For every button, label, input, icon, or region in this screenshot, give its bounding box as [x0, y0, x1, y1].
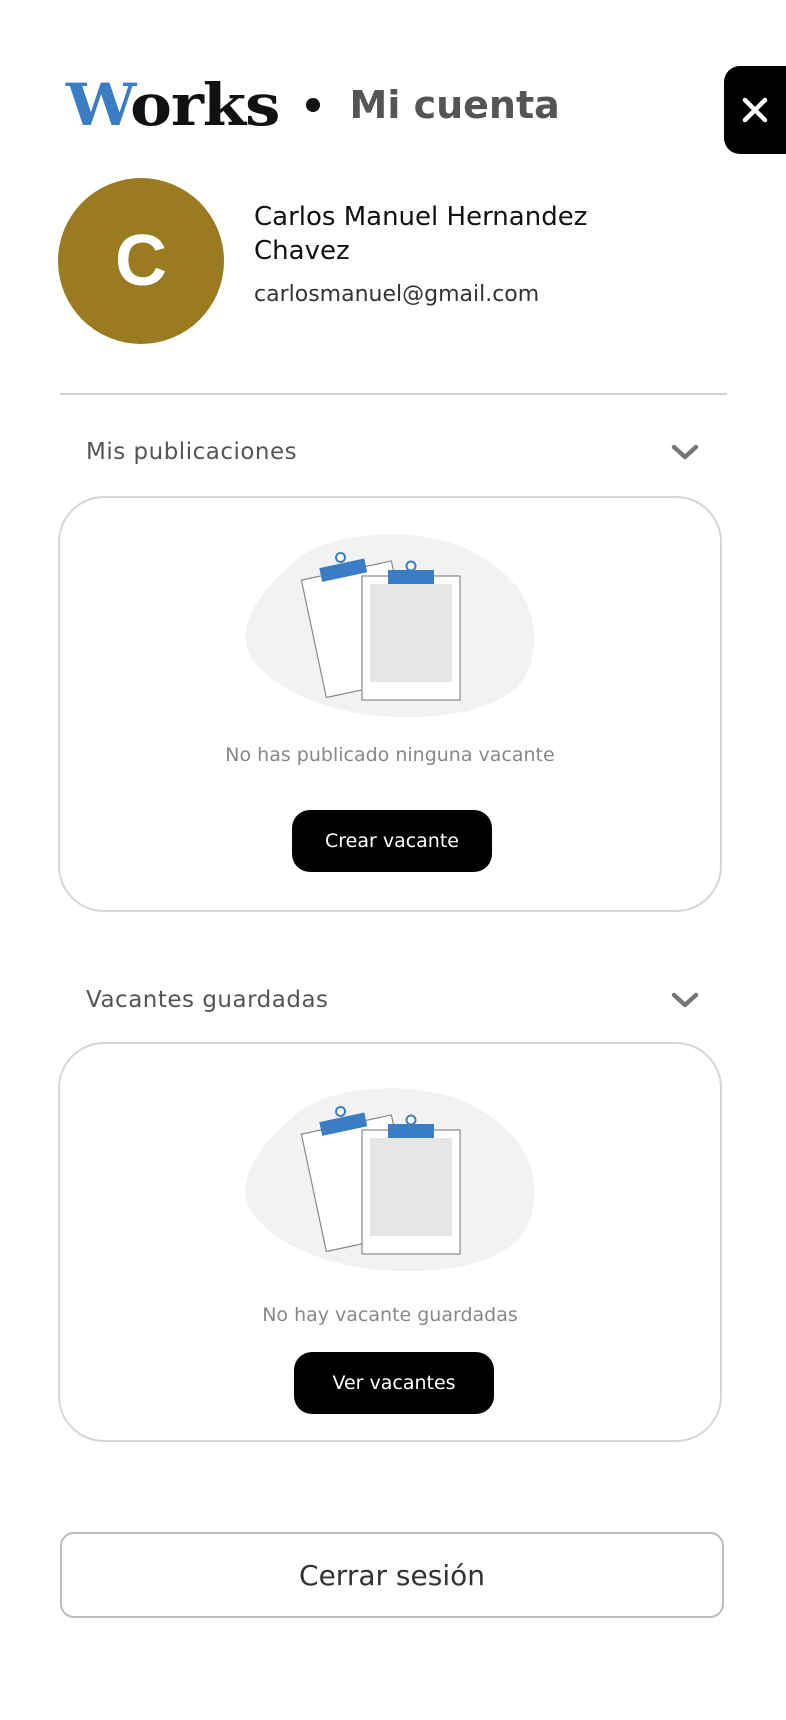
- app-header: Works Mi cuenta: [66, 70, 560, 140]
- chevron-down-icon[interactable]: [670, 990, 700, 1010]
- publicaciones-card: No has publicado ninguna vacante Crear v…: [58, 496, 722, 912]
- view-vacancies-button[interactable]: Ver vacantes: [294, 1352, 494, 1414]
- create-vacancy-button[interactable]: Crear vacante: [292, 810, 492, 872]
- empty-clipboard-illustration: [245, 534, 535, 718]
- section-header-publicaciones[interactable]: Mis publicaciones: [86, 432, 700, 472]
- logout-button[interactable]: Cerrar sesión: [60, 1532, 724, 1618]
- avatar: C: [58, 178, 224, 344]
- empty-state-message: No hay vacante guardadas: [262, 1304, 518, 1326]
- close-icon: [742, 97, 768, 123]
- empty-clipboard-illustration: [245, 1088, 535, 1272]
- section-title-publicaciones: Mis publicaciones: [86, 439, 298, 465]
- page-title: Mi cuenta: [349, 83, 560, 127]
- avatar-letter: C: [115, 221, 167, 301]
- works-logo: Works: [66, 76, 280, 134]
- chevron-down-icon[interactable]: [670, 442, 700, 462]
- guardadas-card: No hay vacante guardadas Ver vacantes: [58, 1042, 722, 1442]
- profile-email: carlosmanuel@gmail.com: [254, 282, 540, 307]
- close-button[interactable]: [724, 66, 786, 154]
- section-header-guardadas[interactable]: Vacantes guardadas: [86, 980, 700, 1020]
- header-separator-dot: [305, 98, 320, 112]
- logo-rest: orks: [130, 71, 280, 139]
- logo-first-letter: W: [66, 71, 131, 139]
- section-title-guardadas: Vacantes guardadas: [86, 987, 329, 1013]
- empty-state-message: No has publicado ninguna vacante: [225, 744, 555, 766]
- profile-name: Carlos Manuel Hernandez Chavez: [254, 202, 588, 266]
- divider: [60, 393, 727, 395]
